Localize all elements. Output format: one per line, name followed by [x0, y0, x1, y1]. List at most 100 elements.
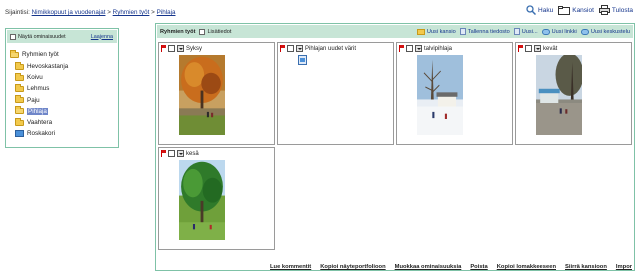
panel-title: Ryhmien työt — [160, 28, 196, 35]
save-file-button[interactable]: Tallenna tiedosto — [459, 28, 510, 35]
new-icon — [513, 28, 520, 35]
discussion-icon — [580, 28, 589, 35]
folder-icon — [15, 95, 24, 104]
select-checkbox[interactable] — [406, 45, 413, 52]
tree-item-pihlaja[interactable]: Pihlaja — [10, 106, 118, 117]
tree-item-label: Roskakori — [27, 130, 55, 138]
move-to-folder-link[interactable]: Siirrä kansioon — [565, 264, 607, 270]
card-title: kevät — [543, 45, 558, 52]
tree-root-folder[interactable]: Ryhmien työt — [10, 49, 118, 59]
copy-to-form-link[interactable]: Kopioi lomakkeeseen — [497, 264, 556, 270]
sidebar-header: Näytä ominaisuudet Laajenna — [7, 30, 117, 43]
show-properties-label: Näytä ominaisuudet — [18, 33, 66, 40]
winter-photo-thumbnail[interactable] — [417, 55, 463, 135]
item-card[interactable]: talvipihlaja — [396, 42, 513, 145]
save-file-label: Tallenna tiedosto — [467, 28, 510, 35]
tree-item-label: Pihlaja — [27, 107, 48, 115]
details-label: Lisätiedot — [207, 28, 232, 35]
read-comments-link[interactable]: Lue kommentit — [270, 264, 311, 270]
new-folder-label: Uusi kansio — [426, 28, 456, 35]
new-item-label: Uusi... — [521, 28, 538, 35]
trash-icon — [15, 130, 24, 138]
flag-icon[interactable] — [161, 45, 166, 52]
dropdown-menu-button[interactable] — [177, 150, 184, 157]
top-actions: Haku Kansiot Tulosta — [526, 5, 633, 15]
flag-icon[interactable] — [518, 45, 523, 52]
folder-icon — [558, 5, 571, 15]
item-card[interactable]: Pihlajan uudet värit — [277, 42, 394, 145]
tree-item-hevoskastanja[interactable]: Hevoskastanja — [10, 61, 118, 72]
flag-icon[interactable] — [399, 45, 404, 52]
item-card[interactable]: kesä — [158, 147, 275, 250]
open-folder-icon — [15, 106, 24, 115]
card-header: kesä — [161, 150, 199, 157]
link-icon — [541, 28, 550, 35]
delete-link[interactable]: Poista — [470, 264, 487, 270]
search-action[interactable]: Haku — [526, 5, 553, 15]
details-checkbox[interactable] — [199, 28, 206, 35]
expand-link[interactable]: Laajenna — [91, 34, 113, 40]
folders-label: Kansiot — [572, 6, 594, 14]
action-links: Lue kommentit Kopioi näyteportfolioon Mu… — [156, 264, 632, 270]
summer-photo-thumbnail[interactable] — [179, 160, 225, 240]
breadcrumb-separator: > — [107, 9, 111, 16]
select-checkbox[interactable] — [287, 45, 294, 52]
show-properties-checkbox[interactable] — [10, 33, 16, 40]
folder-icon — [15, 61, 24, 70]
item-card[interactable]: Syksy — [158, 42, 275, 145]
breadcrumb-link-1[interactable]: Nimikkopuut ja vuodenajat — [32, 9, 106, 16]
dropdown-menu-button[interactable] — [177, 45, 184, 52]
import-link[interactable]: Impor — [616, 264, 632, 270]
tree-item-label: Hevoskastanja — [27, 63, 69, 71]
spring-photo-thumbnail[interactable] — [536, 55, 582, 135]
new-item-button[interactable]: Uusi... — [513, 28, 538, 35]
folder-sidebar: Näytä ominaisuudet Laajenna Ryhmien työt… — [5, 28, 119, 148]
file-icon[interactable] — [298, 55, 307, 65]
flag-icon[interactable] — [280, 45, 285, 52]
breadcrumb-separator: > — [151, 9, 155, 16]
dropdown-menu-button[interactable] — [534, 45, 541, 52]
print-action[interactable]: Tulosta — [598, 5, 633, 15]
folder-icon — [15, 117, 24, 126]
tree-item-label: Lehmus — [27, 85, 50, 93]
card-header: kevät — [518, 45, 557, 52]
breadcrumb-link-3[interactable]: Pihlaja — [157, 9, 176, 16]
breadcrumb: Sijaintisi: Nimikkopuut ja vuodenajat > … — [5, 9, 176, 16]
select-checkbox[interactable] — [168, 150, 175, 157]
tree-item-trash[interactable]: Roskakori — [10, 128, 118, 139]
folder-tree: Ryhmien työt Hevoskastanja Koivu Lehmus … — [6, 44, 118, 139]
new-link-button[interactable]: Uusi linkki — [541, 28, 577, 35]
card-header: talvipihlaja — [399, 45, 452, 52]
select-checkbox[interactable] — [525, 45, 532, 52]
main-panel: Ryhmien työt Lisätiedot Uusi kansio Tall… — [155, 23, 635, 271]
item-card[interactable]: kevät — [515, 42, 632, 145]
dropdown-menu-button[interactable] — [296, 45, 303, 52]
autumn-photo-thumbnail[interactable] — [179, 55, 225, 135]
dropdown-menu-button[interactable] — [415, 45, 422, 52]
main-toolbar: Ryhmien työt Lisätiedot Uusi kansio Tall… — [157, 25, 633, 38]
new-folder-button[interactable]: Uusi kansio — [416, 28, 456, 35]
tree-item-label: Vaahtera — [27, 119, 53, 127]
flag-icon[interactable] — [161, 150, 166, 157]
tree-root-label: Ryhmien työt — [22, 51, 59, 58]
card-header: Pihlajan uudet värit — [280, 45, 356, 52]
card-title: Syksy — [186, 45, 203, 52]
print-icon — [598, 5, 610, 15]
breadcrumb-prefix: Sijaintisi: — [5, 9, 30, 16]
folders-action[interactable]: Kansiot — [558, 5, 594, 15]
tree-item-vaahtera[interactable]: Vaahtera — [10, 117, 118, 128]
tree-item-label: Paju — [27, 96, 40, 104]
folder-icon — [15, 83, 24, 92]
edit-properties-link[interactable]: Muokkaa ominaisuuksia — [395, 264, 462, 270]
tree-item-koivu[interactable]: Koivu — [10, 72, 118, 83]
folder-icon — [416, 28, 425, 35]
select-checkbox[interactable] — [168, 45, 175, 52]
new-discussion-button[interactable]: Uusi keskustelu — [580, 28, 630, 35]
breadcrumb-link-2[interactable]: Ryhmien työt — [113, 9, 150, 16]
tree-item-lehmus[interactable]: Lehmus — [10, 83, 118, 94]
tree-item-paju[interactable]: Paju — [10, 95, 118, 106]
search-label: Haku — [538, 6, 554, 14]
copy-to-portfolio-link[interactable]: Kopioi näyteportfolioon — [320, 264, 385, 270]
card-title: talvipihlaja — [424, 45, 453, 52]
document-icon — [459, 28, 466, 35]
